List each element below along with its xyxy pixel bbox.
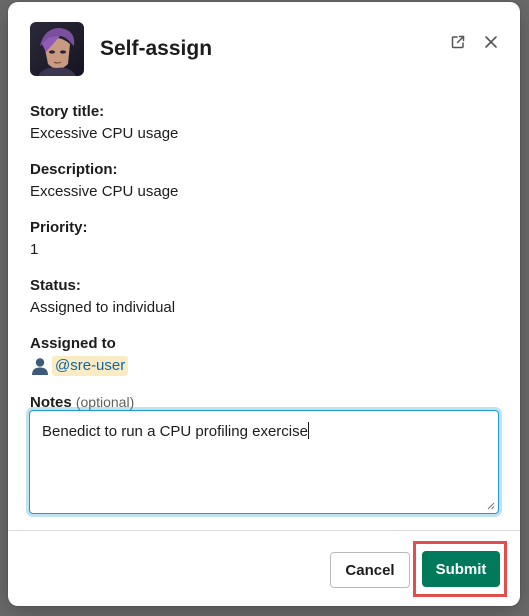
story-title-field: Story title: Excessive CPU usage (30, 102, 500, 144)
avatar-image (30, 22, 84, 76)
field-value: Excessive CPU usage (30, 183, 179, 200)
field-label: Story title: (30, 103, 105, 120)
field-value: 1 (30, 241, 39, 258)
submit-button[interactable]: Submit (422, 551, 500, 587)
modal-header: Self-assign (8, 2, 520, 88)
priority-field: Priority: 1 (30, 218, 500, 260)
self-assign-modal: Self-assign Story title: Excessive CPU u… (8, 2, 520, 606)
field-value: Excessive CPU usage (30, 125, 179, 142)
open-in-new-window-icon[interactable] (446, 30, 470, 54)
modal-title: Self-assign (100, 37, 213, 60)
field-label: Status: (30, 277, 81, 294)
user-mention[interactable]: @sre-user (52, 356, 129, 376)
field-label: Priority: (30, 219, 88, 236)
assignee: @sre-user (30, 356, 500, 376)
notes-text: Benedict to run a CPU profiling exercise (42, 423, 308, 440)
modal-body: Story title: Excessive CPU usage Descrip… (30, 102, 500, 413)
close-icon[interactable] (479, 30, 503, 54)
optional-hint: (optional) (75, 394, 135, 410)
field-label: Description: (30, 161, 118, 178)
modal-footer: Cancel Submit (8, 530, 520, 606)
user-icon (30, 356, 50, 376)
field-label: Assigned to (30, 335, 116, 352)
field-value: Assigned to individual (30, 299, 176, 316)
description-field: Description: Excessive CPU usage (30, 160, 500, 202)
resize-grip-icon[interactable] (487, 502, 495, 510)
text-cursor (307, 422, 309, 439)
notes-label-text: Notes (30, 394, 72, 411)
assigned-to-field: Assigned to @sre-user (30, 334, 500, 376)
notes-textarea[interactable]: Benedict to run a CPU profiling exercise (29, 410, 499, 514)
status-field: Status: Assigned to individual (30, 276, 500, 318)
cancel-button[interactable]: Cancel (330, 552, 410, 588)
app-avatar (30, 22, 84, 76)
